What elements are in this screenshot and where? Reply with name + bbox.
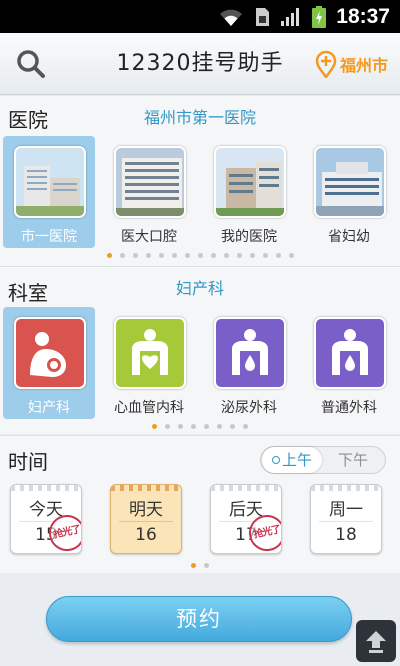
search-icon	[17, 50, 45, 78]
page-dot	[119, 253, 125, 258]
calendar-rings	[111, 485, 181, 491]
day-card[interactable]: 明天 16	[110, 484, 182, 554]
page-dot	[184, 253, 190, 258]
department-list: 妇产科 心血管内科 泌尿外科 普通外科	[0, 307, 400, 419]
sim-icon	[256, 7, 270, 26]
department-item[interactable]: 普通外科	[303, 307, 395, 419]
am-label: 上午	[281, 451, 312, 469]
divider	[319, 521, 373, 522]
kidney-body-icon	[232, 329, 268, 375]
page-dot	[165, 424, 170, 429]
page-dot	[275, 253, 281, 258]
department-label: 泌尿外科	[221, 400, 277, 416]
page-dot	[217, 424, 222, 429]
section-title-time: 时间	[8, 450, 48, 474]
page-dot	[152, 424, 157, 429]
page-dot	[204, 563, 209, 568]
hospital-item[interactable]: 省妇幼	[303, 136, 395, 248]
mother-child-icon	[30, 332, 66, 377]
page-dot	[191, 563, 196, 568]
calendar-rings	[211, 485, 281, 491]
status-bar: 18:37	[0, 0, 400, 33]
hospital-item[interactable]: 医大口腔	[103, 136, 195, 248]
department-page-indicator	[0, 424, 400, 432]
page-dot	[210, 253, 216, 258]
department-badge	[14, 317, 86, 389]
hospital-section: 医院 福州市第一医院 市一医院 医大口腔 我的医院 省妇幼	[0, 96, 400, 266]
hospital-photo	[314, 146, 386, 218]
page-dot	[204, 424, 209, 429]
department-badge	[314, 317, 386, 389]
page-dot	[145, 253, 151, 258]
page-dot	[243, 424, 248, 429]
hospital-item[interactable]: 我的医院	[203, 136, 295, 248]
pm-label: 下午	[337, 451, 368, 469]
department-label: 心血管内科	[114, 400, 184, 416]
department-label: 妇产科	[28, 400, 70, 416]
divider	[119, 521, 173, 522]
day-card[interactable]: 周一 18	[310, 484, 382, 554]
calendar-rings	[311, 485, 381, 491]
signal-icon	[281, 7, 300, 26]
page-dot	[158, 253, 164, 258]
selected-radio-icon	[271, 456, 280, 464]
day-date: 18	[335, 525, 357, 545]
page-dot	[288, 253, 294, 258]
time-page-indicator	[0, 563, 400, 571]
department-item[interactable]: 妇产科	[3, 307, 95, 419]
hospital-item[interactable]: 市一医院	[3, 136, 95, 248]
department-item[interactable]: 泌尿外科	[203, 307, 295, 419]
department-section: 科室 妇产科 妇产科 心血管内科 泌尿外科 普通外科	[0, 266, 400, 434]
day-name: 周一	[329, 500, 363, 520]
hospital-label: 市一医院	[21, 229, 77, 245]
hospital-list: 市一医院 医大口腔 我的医院 省妇幼	[0, 136, 400, 248]
title-bar: 12320挂号助手 福州市	[0, 33, 400, 95]
scroll-top-button[interactable]	[356, 620, 396, 662]
day-card[interactable]: 今天 15 抢光了	[10, 484, 82, 554]
hospital-label: 我的医院	[221, 229, 277, 245]
pm-option[interactable]: 下午	[323, 447, 383, 473]
search-button[interactable]	[14, 47, 48, 81]
battery-charging-icon	[312, 5, 327, 28]
page-dot	[191, 424, 196, 429]
page-dot	[262, 253, 268, 258]
day-card[interactable]: 后天 17 抢光了	[210, 484, 282, 554]
hospital-label: 省妇幼	[328, 229, 370, 245]
book-button[interactable]: 预约	[46, 596, 352, 642]
page-dot	[178, 424, 183, 429]
hospital-photo	[114, 146, 186, 218]
page-dot	[106, 253, 112, 258]
calendar-rings	[11, 485, 81, 491]
hospital-page-indicator	[0, 253, 400, 261]
page-dot	[230, 424, 235, 429]
city-selector[interactable]: 福州市	[315, 49, 388, 79]
hospital-label: 医大口腔	[121, 229, 177, 245]
wifi-icon	[220, 9, 243, 26]
department-label: 普通外科	[321, 400, 377, 416]
selected-department: 妇产科	[175, 279, 224, 298]
page-dot	[236, 253, 242, 258]
hospital-photo	[14, 146, 86, 218]
department-badge	[114, 317, 186, 389]
body-icon	[332, 329, 368, 375]
page-dot	[132, 253, 138, 258]
period-toggle[interactable]: 上午 下午	[260, 446, 386, 474]
hospital-photo	[214, 146, 286, 218]
city-label: 福州市	[339, 56, 388, 75]
location-pin-icon	[315, 50, 337, 78]
day-date: 16	[135, 525, 157, 545]
time-section: 时间 上午 下午 今天 15 抢光了 明天 16 后天 17 抢光了 周一 18	[0, 435, 400, 573]
page-dot	[223, 253, 229, 258]
am-option[interactable]: 上午	[262, 447, 322, 473]
page-dot	[249, 253, 255, 258]
department-badge	[214, 317, 286, 389]
day-name: 明天	[129, 500, 163, 520]
heart-body-icon	[132, 329, 168, 375]
department-item[interactable]: 心血管内科	[103, 307, 195, 419]
selected-hospital: 福州市第一医院	[143, 108, 256, 127]
arrow-up-icon	[366, 631, 386, 653]
clock: 18:37	[336, 4, 390, 28]
page-dot	[197, 253, 203, 258]
page-dot	[171, 253, 177, 258]
